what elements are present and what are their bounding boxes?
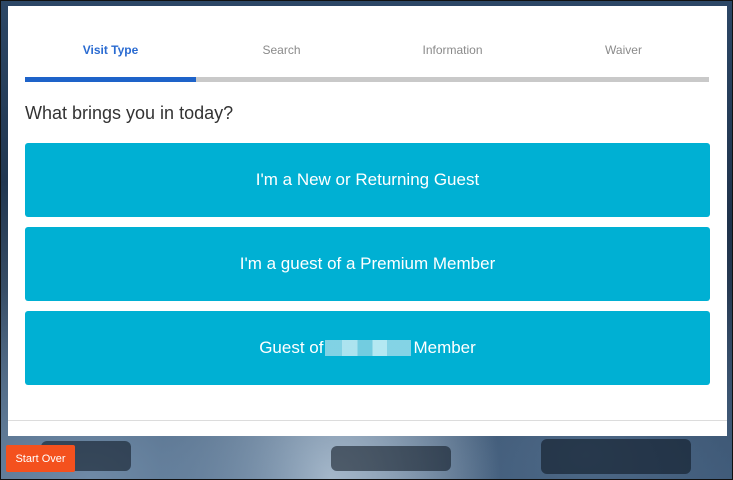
tab-information[interactable]: Information bbox=[367, 43, 538, 57]
background-equipment bbox=[331, 446, 451, 471]
card-divider bbox=[8, 420, 727, 421]
choice-label-prefix: Guest of bbox=[259, 338, 324, 357]
tab-visit-type[interactable]: Visit Type bbox=[25, 43, 196, 57]
start-over-button[interactable]: Start Over bbox=[6, 445, 75, 472]
choice-label-suffix: Member bbox=[413, 338, 476, 357]
app-window: Visit Type Search Information Waiver Wha… bbox=[0, 0, 733, 480]
member-guest-button[interactable]: Guest of Member bbox=[25, 311, 710, 385]
background-equipment bbox=[541, 439, 691, 474]
step-progress-fill bbox=[25, 77, 196, 82]
step-tabs: Visit Type Search Information Waiver bbox=[25, 6, 709, 82]
page-question: What brings you in today? bbox=[25, 103, 234, 123]
tab-waiver[interactable]: Waiver bbox=[538, 43, 709, 57]
step-progress-bar bbox=[25, 77, 709, 82]
checkin-card: Visit Type Search Information Waiver Wha… bbox=[8, 6, 727, 436]
premium-member-guest-button[interactable]: I'm a guest of a Premium Member bbox=[25, 227, 710, 301]
tab-search[interactable]: Search bbox=[196, 43, 367, 57]
redacted-text bbox=[325, 340, 412, 356]
choice-label: I'm a New or Returning Guest bbox=[255, 170, 480, 189]
choice-label: I'm a guest of a Premium Member bbox=[239, 254, 496, 273]
new-or-returning-guest-button[interactable]: I'm a New or Returning Guest bbox=[25, 143, 710, 217]
